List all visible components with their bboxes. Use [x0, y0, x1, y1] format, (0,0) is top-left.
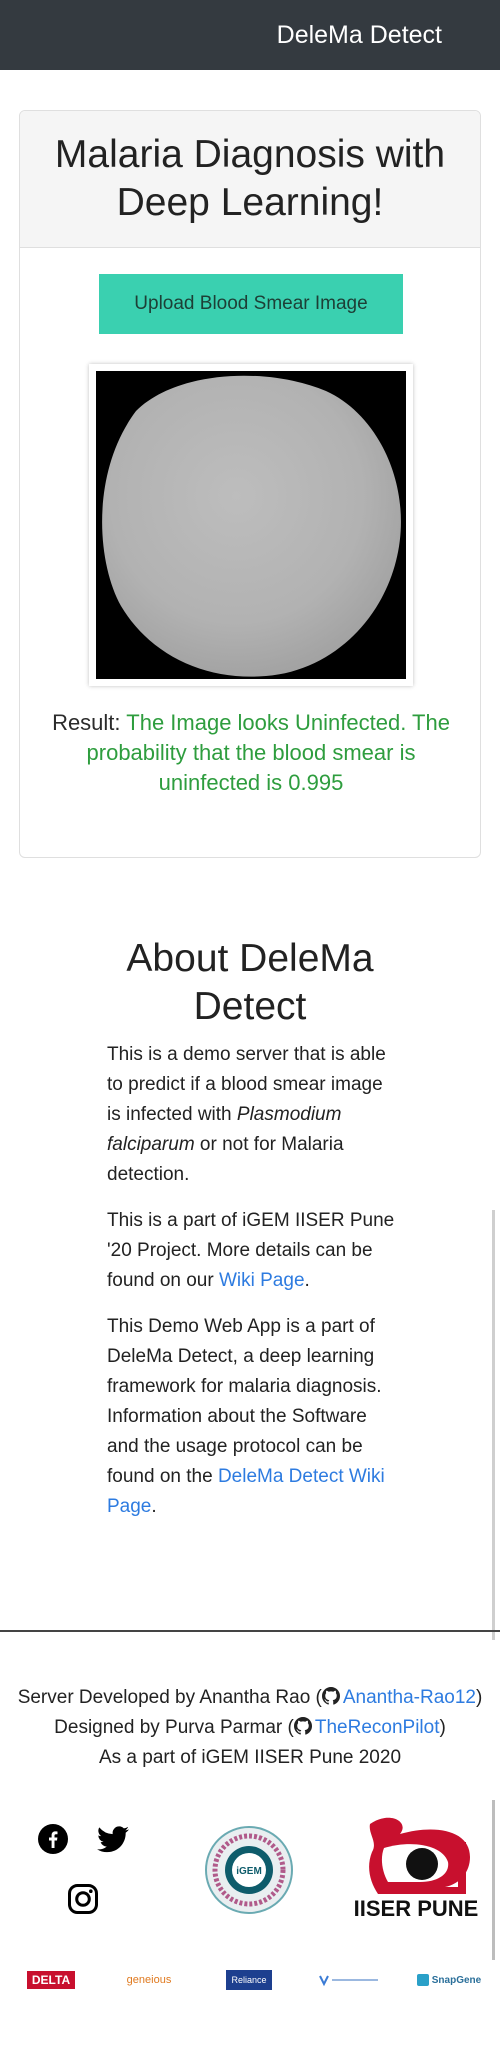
blood-smear-image-frame — [89, 364, 413, 686]
github-handle-purva: TheReconPilot — [314, 1717, 440, 1738]
about-section: This is a demo server that is able to pr… — [107, 1040, 397, 1538]
navbar-brand[interactable]: DeleMa Detect — [277, 21, 442, 50]
scrollbar[interactable] — [492, 1210, 495, 1640]
credit-igem: As a part of iGEM IISER Pune 2020 — [98, 1747, 402, 1768]
github-link-anantha[interactable]: Anantha-Rao12 — [321, 1687, 476, 1708]
github-icon — [293, 1717, 312, 1735]
footer-divider — [0, 1630, 500, 1632]
sponsor-geneious[interactable]: geneious — [120, 1965, 178, 1995]
sponsor-reliance[interactable]: Reliance — [218, 1965, 280, 1995]
scrollbar-lower[interactable] — [492, 1800, 495, 1960]
diagnosis-card: Malaria Diagnosis with Deep Learning! Up… — [19, 110, 481, 858]
sponsor-snapgene-text: SnapGene — [431, 1974, 482, 1986]
facebook-icon[interactable] — [38, 1824, 68, 1859]
credit-developer-tail: ) — [475, 1687, 483, 1708]
credit-designer-text: Designed by Purva Parmar ( — [54, 1717, 294, 1738]
credit-developer: Server Developed by Anantha Rao ( Anantha… — [0, 1683, 500, 1713]
iiser-logo-text: IISER PUNE — [354, 1896, 479, 1920]
credit-designer-tail: ) — [439, 1717, 446, 1738]
snapgene-icon — [416, 1974, 429, 1986]
sponsor-v-icon — [319, 1975, 378, 1987]
github-handle-anantha: Anantha-Rao12 — [342, 1687, 476, 1708]
about-paragraph-3: This Demo Web App is a part of DeleMa De… — [107, 1312, 397, 1522]
igem-badge-text: iGEM — [236, 1866, 262, 1877]
credit-developer-text: Server Developed by Anantha Rao ( — [17, 1687, 322, 1708]
about-p2-tail: . — [304, 1270, 310, 1291]
blood-smear-image — [96, 371, 406, 679]
about-p3-text: This Demo Web App is a part of DeleMa De… — [107, 1316, 382, 1487]
sponsor-reliance-text: Reliance — [226, 1970, 272, 1990]
twitter-icon[interactable] — [97, 1826, 129, 1858]
github-icon — [321, 1687, 340, 1705]
about-paragraph-1: This is a demo server that is able to pr… — [107, 1040, 397, 1190]
credit-designer: Designed by Purva Parmar ( TheReconPilot) — [0, 1713, 500, 1743]
about-title: About DeleMa Detect — [126, 937, 374, 1028]
sponsor-vlogo[interactable] — [316, 1965, 382, 1995]
sponsor-delta[interactable]: DELTA — [18, 1965, 84, 1995]
about-p3-tail: . — [151, 1496, 157, 1517]
result-text: The Image looks Uninfected. The probabil… — [86, 710, 450, 795]
card-title: Malaria Diagnosis with Deep Learning! — [20, 111, 480, 248]
about-paragraph-2: This is a part of iGEM IISER Pune '20 Pr… — [107, 1206, 397, 1296]
sponsor-geneious-text: geneious — [126, 1974, 172, 1986]
instagram-icon[interactable] — [68, 1884, 98, 1919]
sponsor-delta-text: DELTA — [26, 1971, 76, 1989]
footer-credits: Server Developed by Anantha Rao ( Anantha… — [0, 1683, 500, 1773]
upload-blood-smear-button[interactable]: Upload Blood Smear Image — [99, 274, 403, 334]
wiki-page-link[interactable]: Wiki Page — [219, 1270, 305, 1291]
igem-iiser-pune-badge: iGEM — [205, 1826, 293, 1914]
iiser-pune-logo: IISER PUNE — [354, 1817, 479, 1920]
github-link-purva[interactable]: TheReconPilot — [293, 1717, 440, 1738]
result-label: Result: — [52, 710, 121, 735]
result-panel: Result: The Image looks Uninfected. The … — [50, 708, 452, 798]
sponsor-snapgene[interactable]: SnapGene — [416, 1965, 482, 1995]
navbar: DeleMa Detect — [0, 0, 500, 70]
